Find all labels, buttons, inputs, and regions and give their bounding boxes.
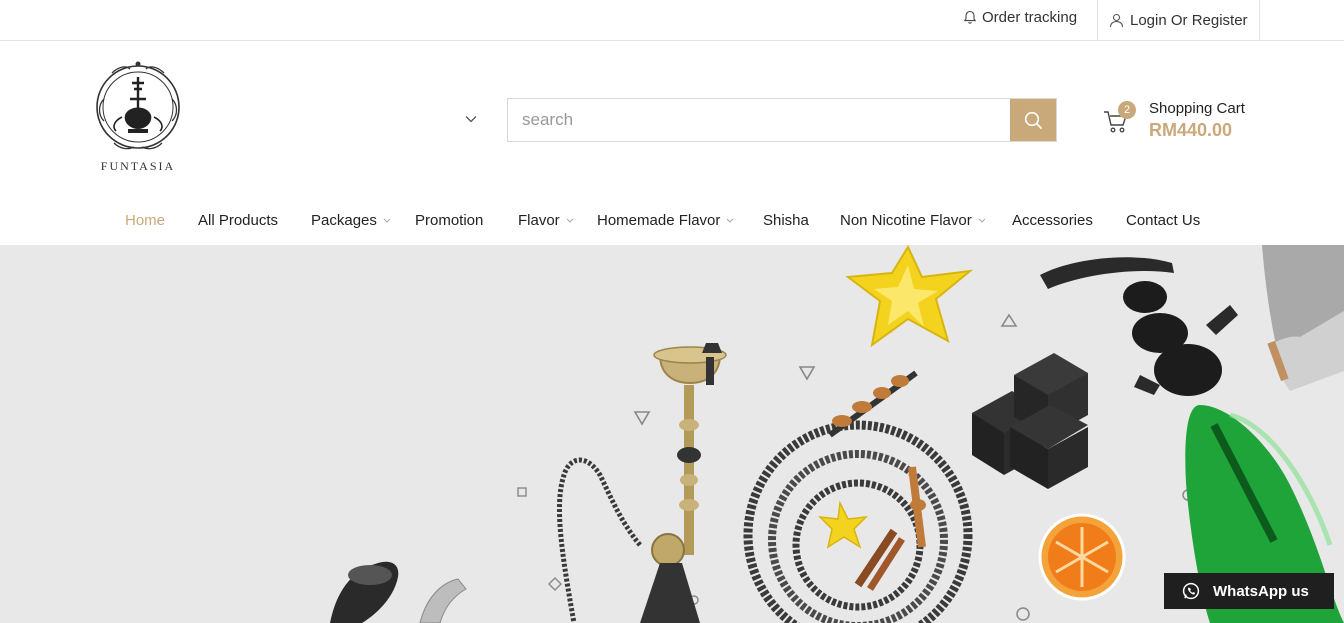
cart-total: RM440.00	[1149, 120, 1233, 140]
hookah-emblem-icon	[96, 61, 180, 150]
cart-count-badge: 2	[1118, 101, 1136, 119]
nav-label: Homemade Flavor	[597, 212, 721, 229]
hero-banner[interactable]	[0, 245, 1344, 623]
chevron-down-icon	[566, 218, 574, 223]
search-icon	[1024, 111, 1042, 129]
category-dropdown[interactable]	[462, 110, 480, 128]
user-icon	[1109, 13, 1124, 28]
cart-label: Shopping Cart	[1149, 100, 1245, 117]
nav-label: Flavor	[518, 212, 560, 229]
hookah-illustration	[330, 245, 1344, 623]
search-button[interactable]	[1010, 99, 1056, 141]
search-input[interactable]	[508, 99, 1010, 141]
login-register-link[interactable]: Login Or Register	[1097, 0, 1260, 41]
nav-label: All Products	[198, 212, 279, 229]
search-bar	[507, 98, 1057, 142]
login-register-label: Login Or Register	[1130, 12, 1248, 29]
nav-label: Promotion	[415, 212, 484, 229]
bell-icon	[963, 10, 977, 24]
nav-item-shisha[interactable]: Shisha	[763, 212, 809, 229]
chevron-down-icon	[978, 218, 986, 223]
nav-item-promotion[interactable]: Promotion	[415, 212, 483, 229]
order-tracking-link[interactable]: Order tracking	[963, 9, 1077, 26]
nav-item-home[interactable]: Home	[125, 212, 165, 229]
chevron-down-icon	[465, 116, 477, 123]
nav-label: Packages	[311, 212, 377, 229]
nav-item-flavor[interactable]: Flavor	[518, 212, 574, 229]
nav-label: Shisha	[763, 212, 809, 229]
nav-label: Contact Us	[1126, 212, 1201, 229]
main-navigation: Home All Products Packages Promotion Fla…	[0, 200, 1344, 244]
nav-item-non-nicotine-flavor[interactable]: Non Nicotine Flavor	[840, 212, 986, 229]
nav-label: Home	[125, 212, 166, 229]
nav-label: Accessories	[1012, 212, 1093, 229]
nav-item-homemade-flavor[interactable]: Homemade Flavor	[597, 212, 734, 229]
chevron-down-icon	[383, 218, 391, 223]
chevron-down-icon	[727, 218, 734, 223]
shopping-cart[interactable]: 2 Shopping Cart RM440.00	[1103, 98, 1263, 146]
nav-item-accessories[interactable]: Accessories	[1012, 212, 1093, 229]
whatsapp-label: WhatsApp us	[1213, 582, 1309, 600]
order-tracking-label: Order tracking	[982, 9, 1078, 26]
nav-item-contact-us[interactable]: Contact Us	[1126, 212, 1200, 229]
nav-item-all-products[interactable]: All Products	[198, 212, 278, 229]
whatsapp-icon	[1182, 582, 1200, 600]
brand-name: FUNTASIA	[100, 159, 176, 173]
brand-logo[interactable]: FUNTASIA	[92, 59, 184, 177]
nav-item-packages[interactable]: Packages	[311, 212, 391, 229]
whatsapp-button[interactable]: WhatsApp us	[1164, 573, 1334, 609]
nav-label: Non Nicotine Flavor	[840, 212, 972, 229]
top-bar: Order tracking Login Or Register	[0, 0, 1344, 41]
